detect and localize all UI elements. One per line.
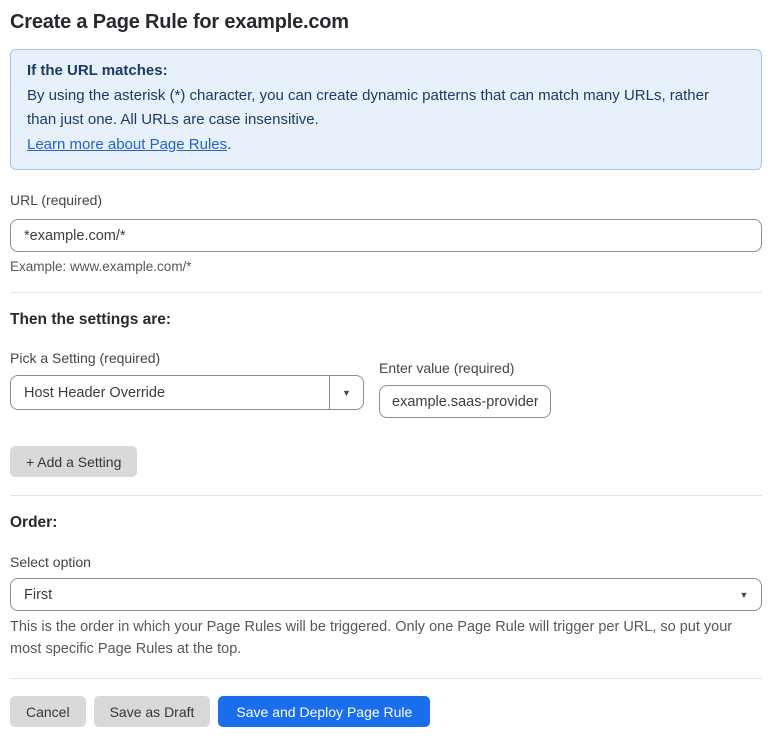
page-title: Create a Page Rule for example.com (10, 11, 349, 33)
learn-more-link[interactable]: Learn more about Page Rules (27, 136, 227, 153)
pick-setting-column: Pick a Setting (required) Host Header Ov… (10, 350, 364, 418)
info-link-line: Learn more about Page Rules. (27, 133, 745, 158)
order-select-label: Select option (10, 554, 91, 570)
url-input[interactable] (10, 219, 762, 252)
chevron-down-icon: ▼ (739, 589, 749, 600)
url-matches-info-box: If the URL matches: By using the asteris… (10, 49, 762, 170)
divider (10, 495, 762, 496)
chevron-down-icon[interactable]: ▼ (329, 376, 363, 409)
link-period: . (227, 135, 232, 153)
settings-section-heading: Then the settings are: (10, 311, 172, 328)
divider (10, 292, 762, 293)
cancel-button[interactable]: Cancel (10, 696, 86, 727)
setting-select-value: Host Header Override (24, 384, 166, 401)
url-helper-text: Example: www.example.com/* (10, 259, 192, 274)
pick-setting-label: Pick a Setting (required) (10, 350, 161, 366)
add-setting-button[interactable]: + Add a Setting (10, 446, 138, 477)
create-page-rule-form: Create a Page Rule for example.com If th… (0, 0, 772, 741)
url-label: URL (required) (10, 192, 103, 208)
setting-value-input[interactable] (379, 385, 551, 418)
order-select-value: First (24, 586, 53, 603)
setting-select[interactable]: Host Header Override ▼ (10, 375, 364, 410)
save-draft-button[interactable]: Save as Draft (93, 696, 211, 727)
enter-value-label: Enter value (required) (379, 360, 515, 376)
info-box-heading: If the URL matches: (27, 62, 168, 79)
footer-actions: Cancel Save as Draft Save and Deploy Pag… (10, 696, 762, 727)
save-deploy-button[interactable]: Save and Deploy Page Rule (218, 696, 431, 727)
enter-value-column: Enter value (required) (379, 350, 551, 418)
info-box-body: By using the asterisk (*) character, you… (27, 86, 709, 129)
setting-row: Pick a Setting (required) Host Header Ov… (10, 350, 762, 418)
order-helper-text: This is the order in which your Page Rul… (10, 619, 733, 657)
divider (10, 678, 762, 679)
order-section-heading: Order: (10, 514, 58, 531)
order-select[interactable]: First ▼ (10, 578, 762, 611)
